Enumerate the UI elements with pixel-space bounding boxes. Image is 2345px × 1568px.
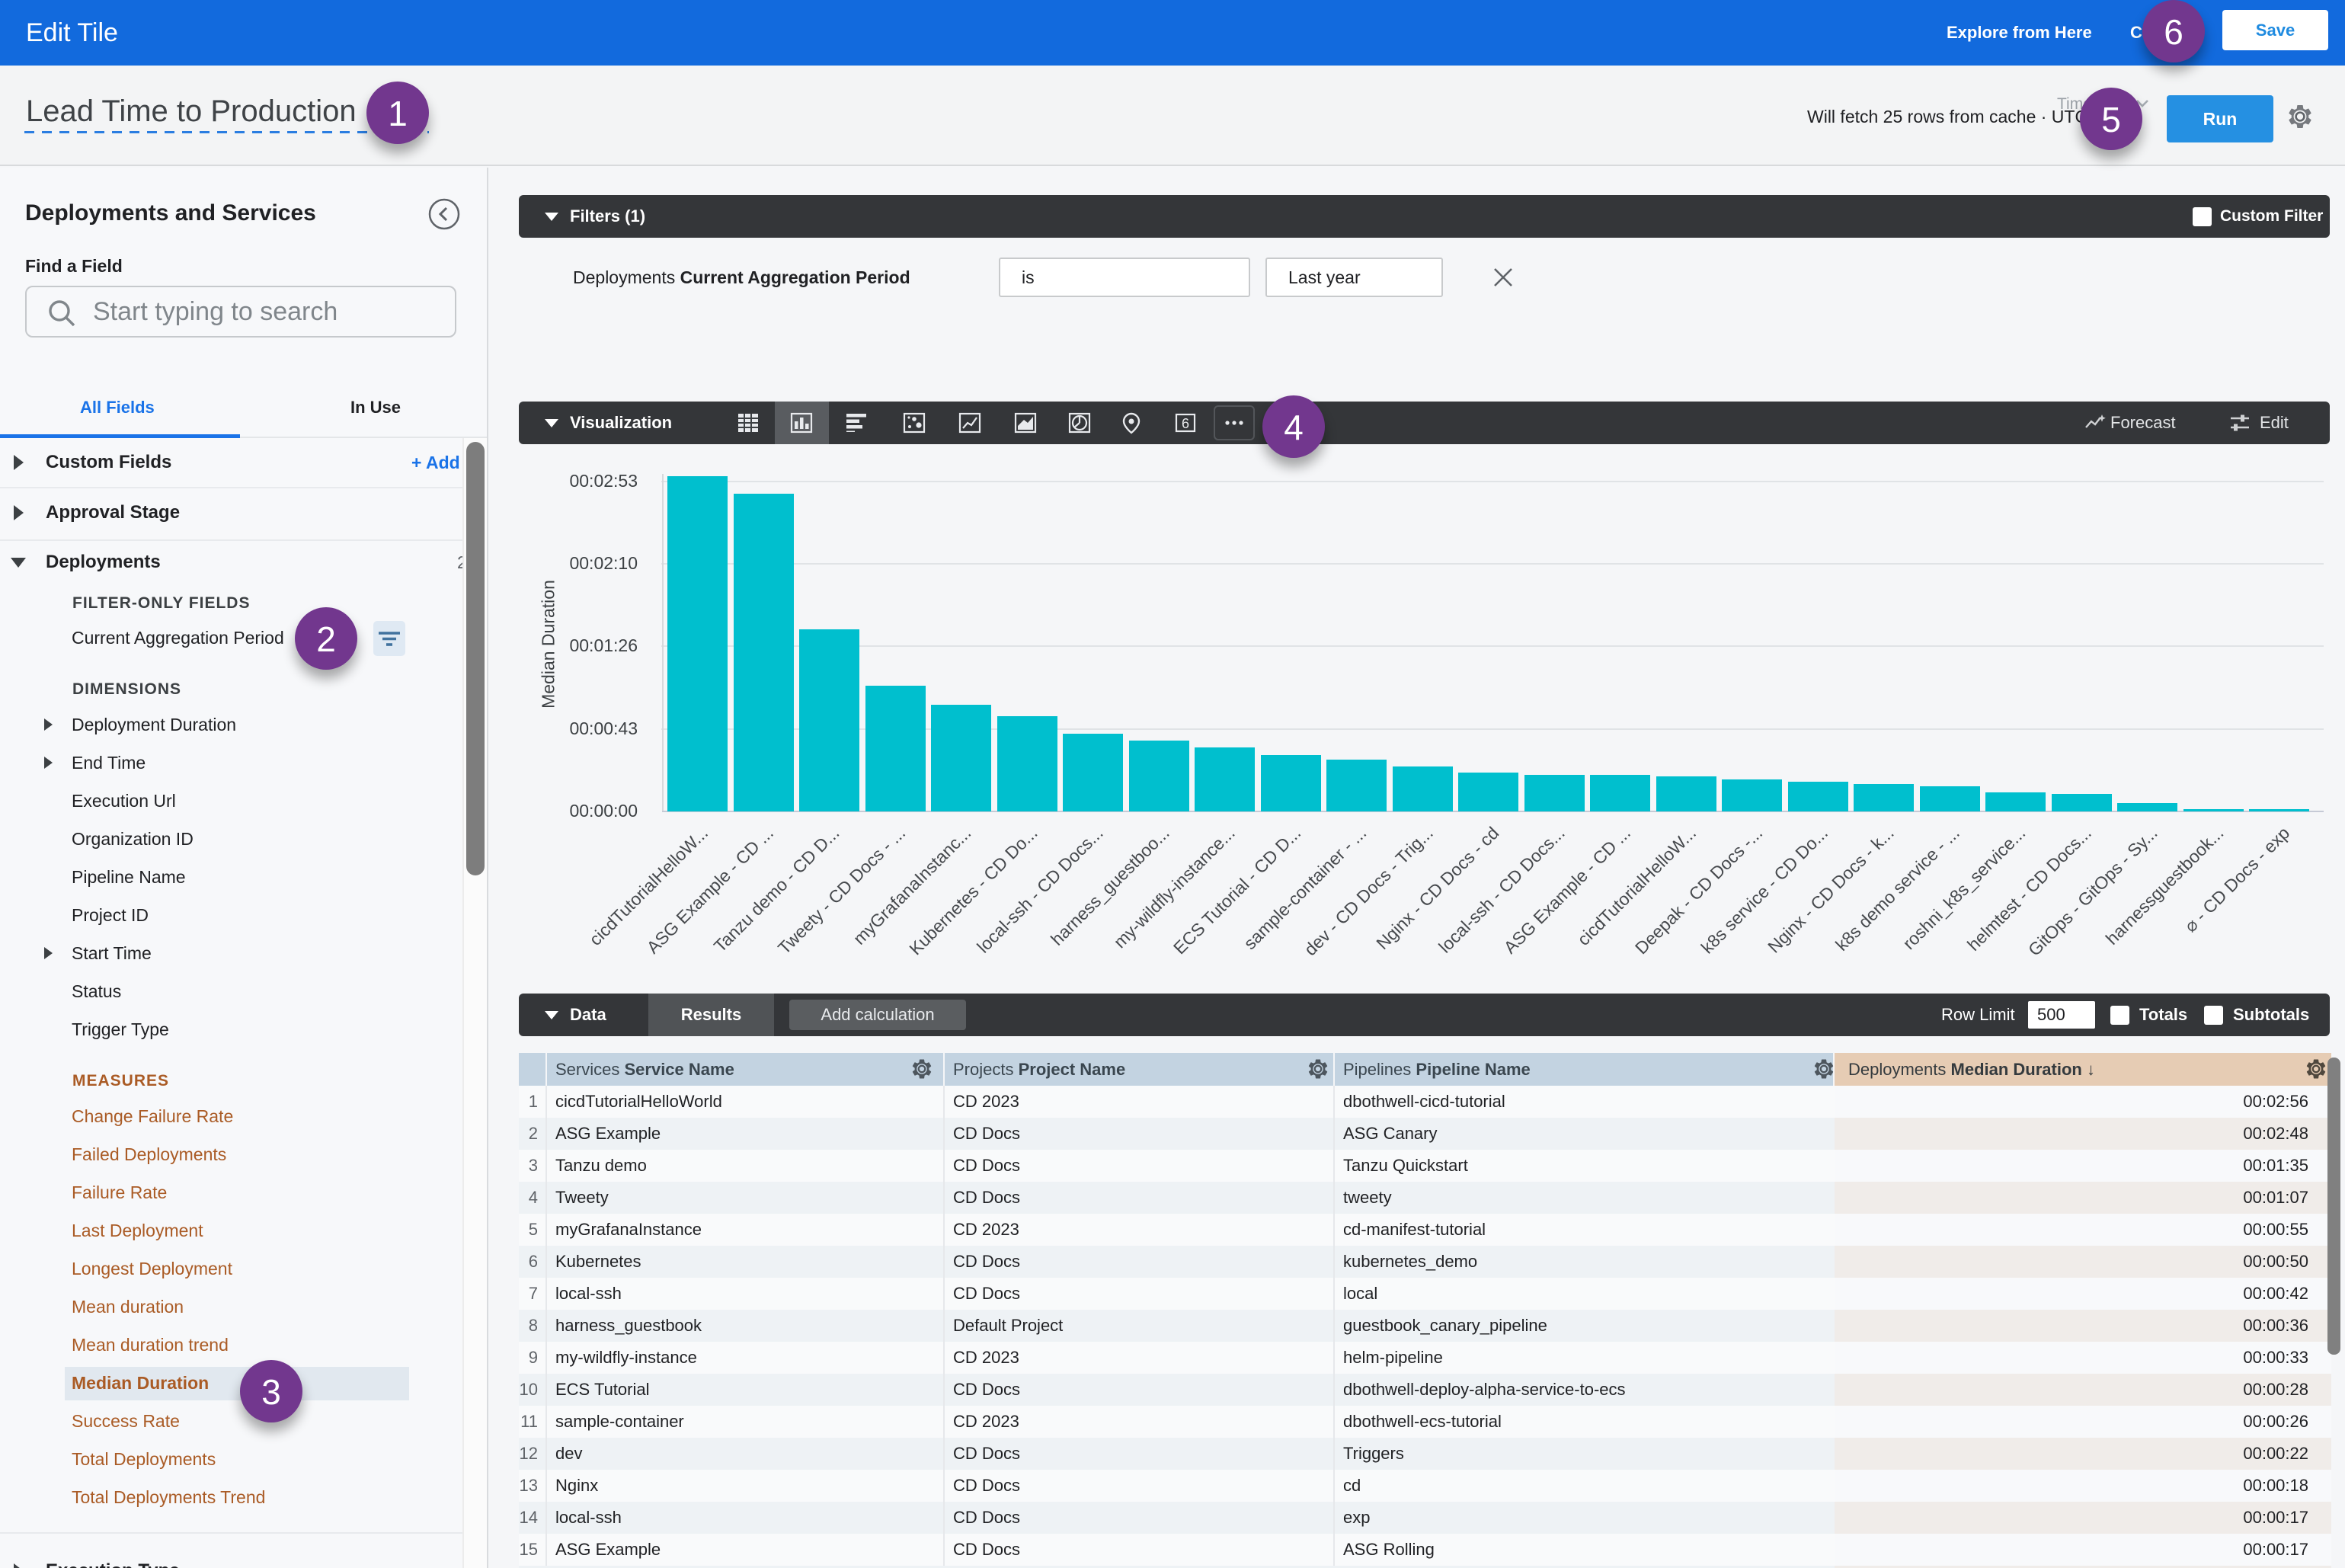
svg-text:6: 6 [1182, 416, 1189, 431]
